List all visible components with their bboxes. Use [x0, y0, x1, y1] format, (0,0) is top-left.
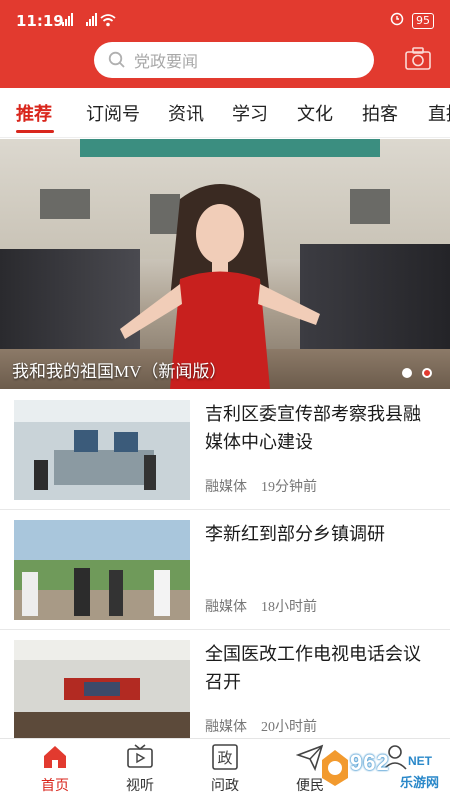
nav-home-label: 首页	[41, 779, 69, 794]
tab-photo[interactable]: 拍客	[362, 100, 398, 126]
watermark-net: NET	[408, 754, 432, 768]
news-item[interactable]: 全国医改工作电视电话会议召开 融媒体 20小时前	[0, 630, 450, 750]
banner-window	[40, 189, 90, 219]
nav-home[interactable]: 首页	[25, 743, 85, 795]
news-thumbnail	[14, 640, 190, 740]
nav-media-label: 视听	[126, 779, 154, 794]
nav-media[interactable]: 视听	[110, 743, 170, 795]
banner-caption: 我和我的祖国MV（新闻版）	[12, 362, 227, 381]
tab-study[interactable]: 学习	[232, 100, 268, 126]
tab-live[interactable]: 直播	[428, 100, 450, 126]
search-icon	[108, 51, 125, 68]
news-meta: 融媒体 19分钟前	[205, 476, 317, 496]
nav-politics-label: 问政	[211, 779, 239, 794]
carousel-dot-active[interactable]	[422, 368, 432, 378]
camera-icon[interactable]	[404, 46, 432, 72]
watermark-site-name: 乐游网	[400, 776, 440, 791]
carousel-dot[interactable]	[402, 368, 412, 378]
banner-window	[350, 189, 390, 224]
news-thumbnail	[14, 400, 190, 500]
tab-subscriptions[interactable]: 订阅号	[86, 100, 140, 126]
svg-text:政: 政	[217, 749, 232, 767]
politics-icon: 政	[212, 744, 238, 770]
news-meta: 融媒体 18小时前	[205, 596, 317, 616]
news-source: 融媒体	[205, 480, 247, 495]
wifi-icon	[100, 12, 116, 31]
tab-culture[interactable]: 文化	[297, 100, 333, 126]
status-bar: 11:19 95	[0, 0, 450, 40]
category-tabs: 推荐 订阅号 资讯 学习 文化 拍客 直播	[0, 88, 450, 138]
home-icon	[44, 746, 66, 768]
news-time: 19分钟前	[261, 480, 317, 495]
alarm-icon	[390, 12, 404, 29]
tab-news[interactable]: 资讯	[168, 100, 204, 126]
news-time: 18小时前	[261, 600, 317, 615]
tab-recommend[interactable]: 推荐	[16, 100, 52, 126]
news-title: 吉利区委宣传部考察我县融媒体中心建设	[205, 404, 421, 452]
watermark-logo-icon	[322, 750, 348, 786]
news-item[interactable]: 李新红到部分乡镇调研 融媒体 18小时前	[0, 510, 450, 630]
tab-active-indicator	[16, 130, 54, 133]
news-source: 融媒体	[205, 600, 247, 615]
news-title: 李新红到部分乡镇调研	[205, 524, 385, 544]
search-placeholder: 党政要闻	[134, 54, 199, 71]
news-meta: 融媒体 20小时前	[205, 716, 317, 736]
news-source: 融媒体	[205, 720, 247, 735]
banner-roof	[80, 139, 380, 157]
banner-carousel[interactable]: 我和我的祖国MV（新闻版）	[0, 139, 450, 389]
news-title: 全国医改工作电视电话会议召开	[205, 644, 421, 692]
search-input[interactable]: 党政要闻	[94, 42, 374, 78]
news-thumbnail	[14, 520, 190, 620]
battery-indicator: 95	[412, 12, 434, 29]
status-right: 95	[390, 12, 434, 29]
site-watermark: 962 NET 乐游网	[320, 748, 445, 794]
nav-politics[interactable]: 政 问政	[195, 743, 255, 795]
news-item[interactable]: 吉利区委宣传部考察我县融媒体中心建设 融媒体 19分钟前	[0, 390, 450, 510]
watermark-number: 962	[350, 750, 390, 775]
news-time: 20小时前	[261, 720, 317, 735]
status-time: 11:19	[16, 12, 64, 30]
app-header: 11:19 95 党政要闻	[0, 0, 450, 88]
tv-icon	[127, 744, 153, 768]
